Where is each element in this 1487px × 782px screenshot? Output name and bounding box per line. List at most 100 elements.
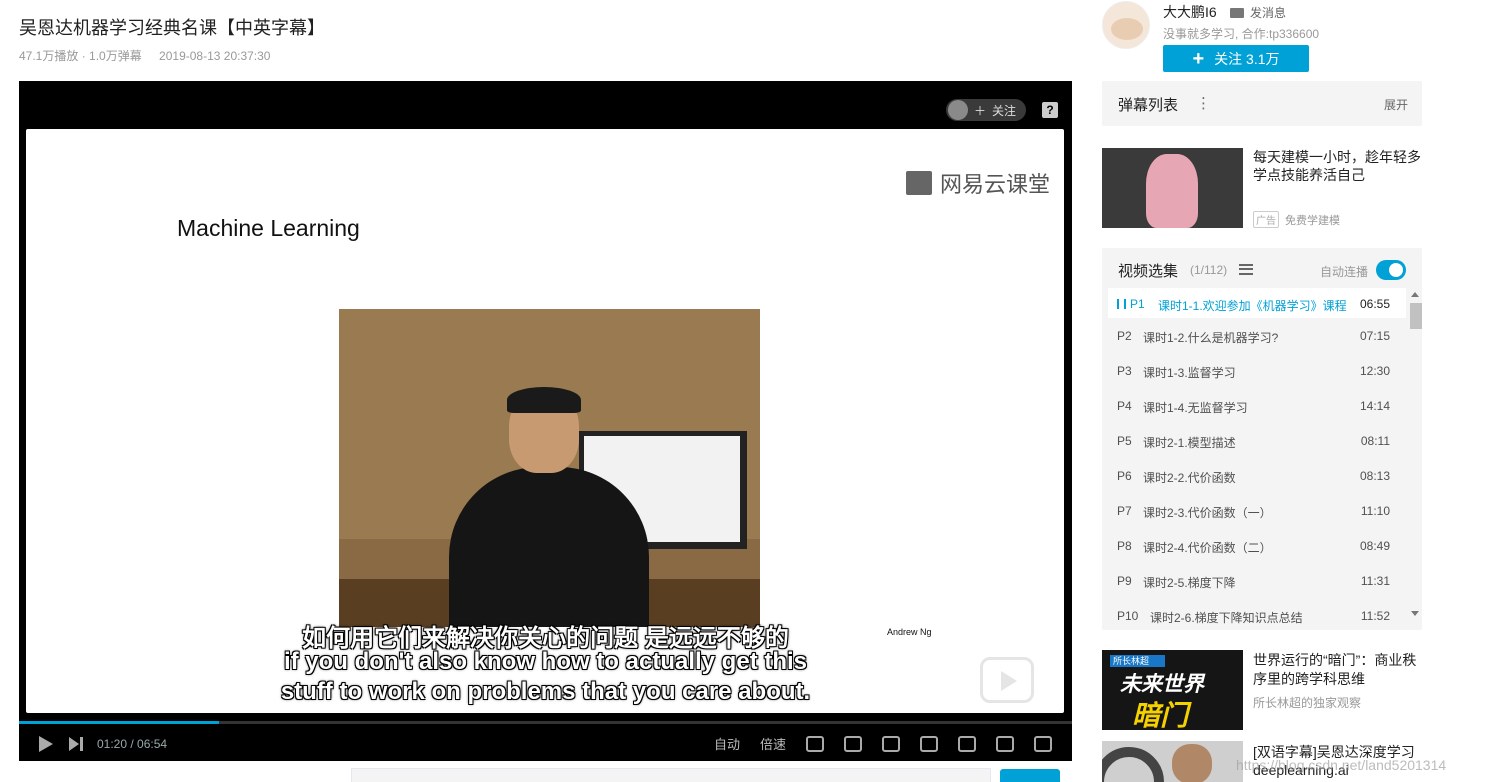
- recommend-thumbnail-2[interactable]: [1102, 741, 1243, 782]
- help-icon[interactable]: ?: [1042, 102, 1058, 118]
- ad-source: 免费学建模: [1285, 214, 1340, 227]
- episode-scrollbar[interactable]: [1409, 288, 1422, 624]
- volume-icon[interactable]: [844, 735, 862, 752]
- next-icon[interactable]: [69, 736, 83, 751]
- ad-title[interactable]: 每天建模一小时，趁年轻多学点技能养活自己: [1253, 148, 1429, 184]
- list-view-icon[interactable]: [1239, 264, 1253, 275]
- follow-label: 关注 3.1万: [1214, 50, 1280, 67]
- episode-title: 课时2-3.代价函数（一）: [1143, 506, 1272, 520]
- episode-index: P8: [1117, 539, 1132, 553]
- episode-item[interactable]: P4 课时1-4.无监督学习 14:14: [1108, 388, 1406, 423]
- player-follow-label: 关注: [991, 103, 1016, 118]
- ad-thumbnail[interactable]: [1102, 148, 1243, 228]
- thumbnail-tag: 所长林超: [1110, 655, 1166, 667]
- episode-title: 课时2-6.梯度下降知识点总结: [1150, 611, 1303, 625]
- episode-index: P7: [1117, 504, 1132, 518]
- episode-item[interactable]: P3 课时1-3.监督学习 12:30: [1108, 353, 1406, 388]
- slide-heading: Machine Learning: [177, 215, 360, 241]
- episode-duration: 07:15: [1359, 329, 1390, 343]
- player-right-controls: 自动 倍速: [714, 734, 1052, 753]
- uploader-avatar[interactable]: [1102, 1, 1150, 49]
- progress-fill: [19, 721, 220, 724]
- video-meta: 47.1万播放 · 1.0万弹幕 2019-08-13 20:37:30: [19, 47, 284, 64]
- episode-title: 课时2-4.代价函数（二）: [1143, 541, 1272, 555]
- page: 吴恩达机器学习经典名课【中英字幕】 47.1万播放 · 1.0万弹幕 2019-…: [0, 0, 1487, 782]
- widescreen-icon[interactable]: [958, 735, 976, 752]
- lecturer-video: [339, 309, 760, 627]
- episode-item[interactable]: P8 课时2-4.代价函数（二） 08:49: [1108, 528, 1406, 563]
- player-follow-button[interactable]: ＋ 关注: [945, 99, 1026, 121]
- recommend-title-1[interactable]: 世界运行的“暗门”：商业秩序里的跨学科思维: [1253, 651, 1429, 689]
- send-message-link[interactable]: 发消息: [1230, 4, 1286, 21]
- follow-button[interactable]: + 关注 3.1万: [1163, 45, 1309, 72]
- mail-icon: [1230, 7, 1244, 18]
- episode-title: 课时1-1.欢迎参加《机器学习》课程: [1158, 299, 1347, 313]
- episode-item[interactable]: P9 课时2-5.梯度下降 11:31: [1108, 563, 1406, 598]
- episode-duration: 08:11: [1360, 434, 1390, 448]
- uploader-name[interactable]: 大大鹏I6: [1163, 2, 1217, 22]
- episode-item[interactable]: P5 课时2-1.模型描述 08:11: [1108, 423, 1406, 458]
- more-icon[interactable]: ⋮: [1196, 94, 1211, 112]
- episode-duration: 11:52: [1360, 609, 1390, 623]
- episode-index: P6: [1117, 469, 1132, 483]
- episode-duration: 14:14: [1359, 399, 1390, 413]
- send-message-label: 发消息: [1250, 6, 1287, 20]
- progress-bar[interactable]: [19, 721, 1072, 724]
- webfullscreen-icon[interactable]: [996, 735, 1014, 752]
- lecturer-body: [449, 467, 649, 627]
- episode-index: P5: [1117, 434, 1132, 448]
- thumbnail-rings: [1102, 747, 1164, 782]
- csdn-watermark: https://blog.csdn.net/land5201314: [1236, 757, 1447, 773]
- danmaku-expand-button[interactable]: 展开: [1384, 96, 1408, 113]
- episode-title: 课时2-2.代价函数: [1143, 471, 1236, 485]
- speed-button[interactable]: 倍速: [760, 734, 786, 753]
- episode-title: 课时1-3.监督学习: [1143, 366, 1236, 380]
- episode-duration: 08:13: [1359, 469, 1390, 483]
- scroll-up-icon[interactable]: [1411, 292, 1419, 297]
- playing-icon: [1117, 299, 1126, 309]
- play-icon[interactable]: [39, 735, 53, 752]
- episode-duration: 11:31: [1360, 574, 1390, 588]
- recommend-author-1[interactable]: 所长林超的独家观察: [1253, 694, 1361, 711]
- plus-icon: ＋: [973, 103, 986, 118]
- episode-item[interactable]: P10 课时2-6.梯度下降知识点总结 11:52: [1108, 598, 1406, 630]
- publish-date: 2019-08-13 20:37:30: [159, 49, 271, 63]
- episode-item[interactable]: P7 课时2-3.代价函数（一） 11:10: [1108, 493, 1406, 528]
- bilibili-tv-icon[interactable]: [980, 657, 1034, 703]
- ad-figure: [1146, 154, 1198, 228]
- danmaku-list-header[interactable]: 弹幕列表 ⋮ 展开: [1102, 81, 1422, 126]
- episode-index: P2: [1117, 329, 1132, 343]
- fullscreen-icon[interactable]: [1034, 735, 1052, 752]
- episode-item[interactable]: P6 课时2-2.代价函数 08:13: [1108, 458, 1406, 493]
- slide-brand-label: 网易云课堂: [939, 172, 1050, 197]
- episode-duration: 12:30: [1359, 364, 1390, 378]
- subtitle-en-line2: stuff to work on problems that you care …: [280, 678, 811, 705]
- quality-button[interactable]: 自动: [714, 734, 740, 753]
- episode-count: (1/112): [1190, 263, 1228, 277]
- episode-item-active[interactable]: P1 课时1-1.欢迎参加《机器学习》课程 06:55: [1108, 288, 1406, 318]
- danmaku-send-button[interactable]: [1000, 769, 1060, 782]
- episode-title: 课时2-1.模型描述: [1143, 436, 1236, 450]
- scroll-down-icon[interactable]: [1411, 611, 1419, 616]
- episode-title: 课时1-4.无监督学习: [1143, 401, 1248, 415]
- ad-meta: 广告 免费学建模: [1253, 211, 1340, 228]
- danmaku-send-bar: [19, 764, 1072, 782]
- recommend-thumbnail-1[interactable]: 所长林超 未来世界 暗门: [1102, 650, 1243, 730]
- subtitle-icon[interactable]: [806, 735, 824, 752]
- episode-duration: 08:49: [1359, 539, 1390, 553]
- view-count: 47.1万播放 · 1.0万弹幕: [19, 49, 142, 63]
- autoplay-toggle[interactable]: [1376, 260, 1406, 280]
- danmaku-input[interactable]: [351, 768, 991, 782]
- plus-icon: +: [1192, 47, 1205, 70]
- netease-logo-icon: [905, 171, 932, 195]
- episode-duration: 11:10: [1360, 504, 1390, 518]
- pip-icon[interactable]: [920, 735, 938, 752]
- episode-title: 课时2-5.梯度下降: [1143, 576, 1236, 590]
- video-player[interactable]: ＋ 关注 ? 网易云课堂 Machine Learning Andrew Ng …: [19, 81, 1072, 761]
- episode-items: P1 课时1-1.欢迎参加《机器学习》课程 06:55 P2 课时1-2.什么是…: [1108, 288, 1406, 630]
- episode-item[interactable]: P2 课时1-2.什么是机器学习? 07:15: [1108, 318, 1406, 353]
- uploader-mini-avatar: [947, 100, 968, 120]
- scroll-thumb[interactable]: [1410, 303, 1422, 329]
- settings-icon[interactable]: [882, 735, 900, 752]
- danmaku-list-title: 弹幕列表: [1118, 97, 1179, 114]
